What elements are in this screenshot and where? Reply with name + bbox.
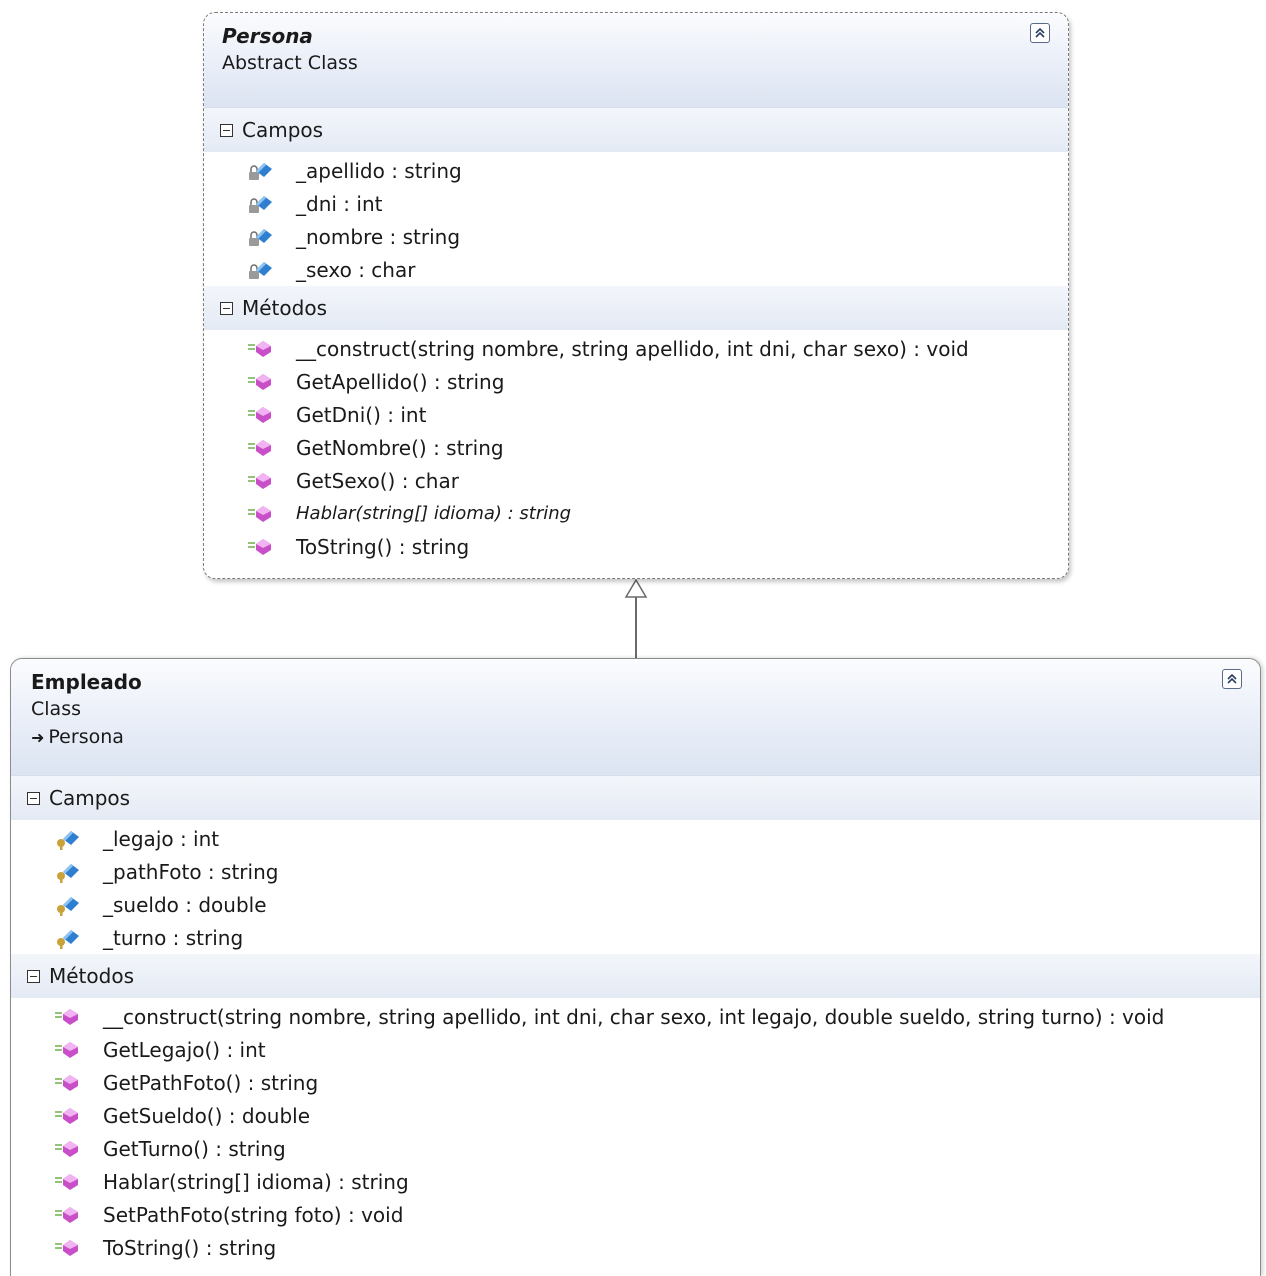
private-field-icon [249,195,272,213]
method-row[interactable]: GetSueldo() : double [11,1099,1260,1132]
section-title: Métodos [49,964,134,988]
class-shape-persona[interactable]: Persona Abstract Class Campos _apellido … [203,12,1069,579]
private-field-icon [249,261,272,279]
collapse-minus-icon[interactable] [27,969,40,983]
fields-list: _apellido : string _dni : int _nombre : st… [204,152,1068,286]
field-label: _legajo : int [103,826,220,851]
public-method-icon [55,1173,78,1190]
class-kind: Abstract Class [222,52,358,74]
field-row[interactable]: _legajo : int [11,822,1260,855]
method-label: GetTurno() : string [103,1136,286,1161]
protected-field-icon [57,896,79,916]
method-label: __construct(string nombre, string apelli… [103,1004,1165,1029]
class-name: Persona [222,24,313,48]
protected-field-icon [57,863,79,883]
inherits-arrow-icon: ➜ [31,728,45,747]
public-method-icon [248,439,271,456]
method-label: SetPathFoto(string foto) : void [103,1202,404,1227]
collapse-minus-icon[interactable] [220,301,233,315]
public-method-icon [55,1107,78,1124]
collapse-minus-icon[interactable] [220,123,233,137]
method-label: GetNombre() : string [296,435,504,460]
public-method-icon [55,1041,78,1058]
base-class-name: Persona [48,726,124,748]
method-row[interactable]: GetApellido() : string [204,365,1068,398]
public-method-icon [248,538,271,555]
fields-section-header[interactable]: Campos [11,776,1260,820]
fields-section-header[interactable]: Campos [204,108,1068,152]
private-field-icon [249,162,272,180]
method-label: GetSexo() : char [296,468,459,493]
methods-list: __construct(string nombre, string apelli… [11,998,1260,1264]
method-label: GetLegajo() : int [103,1037,266,1062]
public-method-icon [248,373,271,390]
method-row[interactable]: GetNombre() : string [204,431,1068,464]
field-row[interactable]: _sexo : char [204,253,1068,286]
methods-section-header[interactable]: Métodos [204,286,1068,330]
public-method-icon [55,1206,78,1223]
field-label: _turno : string [103,925,244,950]
method-label: GetApellido() : string [296,369,505,394]
method-row[interactable]: ToString() : string [204,530,1068,563]
public-method-icon [248,406,271,423]
methods-section-header[interactable]: Métodos [11,954,1260,998]
public-method-icon [248,340,271,357]
public-method-icon [55,1239,78,1256]
class-name: Empleado [31,670,142,694]
method-row[interactable]: __construct(string nombre, string apelli… [11,1000,1260,1033]
method-label: ToString() : string [296,534,470,559]
field-label: _dni : int [296,191,383,216]
method-label: ToString() : string [103,1235,277,1260]
method-label: Hablar(string[] idioma) : string [103,1169,409,1194]
method-row[interactable]: Hablar(string[] idioma) : string [11,1165,1260,1198]
field-row[interactable]: _dni : int [204,187,1068,220]
section-title: Campos [242,118,324,142]
field-label: _sueldo : double [103,892,267,917]
class-header: Empleado Class ➜ Persona [11,659,1260,776]
public-method-icon [248,472,271,489]
public-method-icon [55,1074,78,1091]
method-label: GetDni() : int [296,402,427,427]
method-label: GetSueldo() : double [103,1103,311,1128]
inheritance-arrow-icon [624,578,648,598]
protected-field-icon [57,929,79,949]
method-row[interactable]: __construct(string nombre, string apelli… [204,332,1068,365]
section-title: Campos [49,786,131,810]
field-row[interactable]: _pathFoto : string [11,855,1260,888]
class-header: Persona Abstract Class [204,13,1068,108]
method-label: __construct(string nombre, string apelli… [296,336,969,361]
private-field-icon [249,228,272,246]
public-method-icon [55,1008,78,1025]
field-row[interactable]: _nombre : string [204,220,1068,253]
method-row[interactable]: GetPathFoto() : string [11,1066,1260,1099]
method-row[interactable]: GetSexo() : char [204,464,1068,497]
class-kind: Class [31,698,81,720]
field-label: _pathFoto : string [103,859,279,884]
field-label: _nombre : string [296,224,461,249]
method-row[interactable]: GetLegajo() : int [11,1033,1260,1066]
base-class: ➜ Persona [31,723,1242,752]
method-row[interactable]: GetDni() : int [204,398,1068,431]
public-method-icon [248,505,271,522]
method-row[interactable]: SetPathFoto(string foto) : void [11,1198,1260,1231]
collapse-chevron-icon[interactable] [1222,669,1242,689]
method-row[interactable]: ToString() : string [11,1231,1260,1264]
public-method-icon [55,1140,78,1157]
collapse-minus-icon[interactable] [27,791,40,805]
protected-field-icon [57,830,79,850]
fields-list: _legajo : int _pathFoto : string _sueldo :… [11,820,1260,954]
methods-list: __construct(string nombre, string apelli… [204,330,1068,563]
field-row[interactable]: _turno : string [11,921,1260,954]
method-label: GetPathFoto() : string [103,1070,319,1095]
collapse-chevron-icon[interactable] [1030,23,1050,43]
field-label: _sexo : char [296,257,416,282]
field-row[interactable]: _apellido : string [204,154,1068,187]
section-title: Métodos [242,296,327,320]
method-label: Hablar(string[] idioma) : string [296,503,572,524]
method-row[interactable]: Hablar(string[] idioma) : string [204,497,1068,530]
field-label: _apellido : string [296,158,462,183]
field-row[interactable]: _sueldo : double [11,888,1260,921]
class-shape-empleado[interactable]: Empleado Class ➜ Persona Campos _legajo :… [10,658,1261,1276]
method-row[interactable]: GetTurno() : string [11,1132,1260,1165]
